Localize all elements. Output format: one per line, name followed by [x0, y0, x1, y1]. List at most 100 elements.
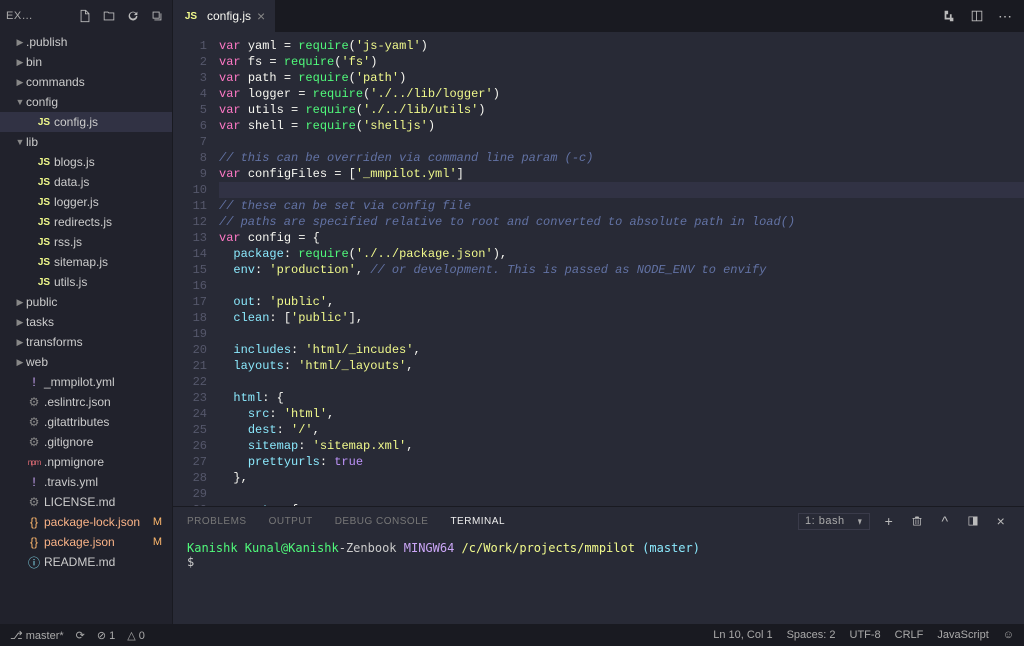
tab-config-js[interactable]: JS config.js × — [173, 0, 275, 32]
encoding[interactable]: UTF-8 — [850, 629, 881, 641]
tab-terminal[interactable]: TERMINAL — [450, 516, 505, 527]
folder-item[interactable]: ▶web — [0, 352, 172, 372]
close-panel-icon[interactable]: × — [992, 512, 1010, 530]
close-icon[interactable]: × — [257, 8, 265, 24]
code-line — [219, 134, 1024, 150]
code-editor[interactable]: 1234567891011121314151617181920212223242… — [173, 32, 1024, 506]
editor-actions: ⋯ — [930, 0, 1024, 32]
eol[interactable]: CRLF — [895, 629, 924, 641]
terminal-content[interactable]: Kanishk Kunal@Kanishk-Zenbook MINGW64 /c… — [173, 535, 1024, 624]
folder-item[interactable]: ▶transforms — [0, 332, 172, 352]
new-folder-icon[interactable] — [100, 7, 118, 25]
file-item[interactable]: ⚙LICENSE.md — [0, 492, 172, 512]
code-line: html: { — [219, 390, 1024, 406]
folder-item[interactable]: ▶commands — [0, 72, 172, 92]
folder-item[interactable]: ▶tasks — [0, 312, 172, 332]
file-item[interactable]: ⓘREADME.md — [0, 552, 172, 572]
item-label: sitemap.js — [54, 255, 108, 269]
file-item[interactable]: JSblogs.js — [0, 152, 172, 172]
file-item[interactable]: !_mmpilot.yml — [0, 372, 172, 392]
feedback-icon[interactable]: ☺ — [1003, 629, 1014, 641]
code-line: var utils = require('./../lib/utils') — [219, 102, 1024, 118]
file-item[interactable]: {}package-lock.jsonM — [0, 512, 172, 532]
file-item[interactable]: JSlogger.js — [0, 192, 172, 212]
item-label: utils.js — [54, 275, 87, 289]
terminal-selector[interactable]: 1: bash▾ — [798, 513, 870, 530]
more-icon[interactable]: ⋯ — [996, 7, 1014, 25]
twistie-icon: ▶ — [14, 317, 26, 328]
code-line: var yaml = require('js-yaml') — [219, 38, 1024, 54]
file-item[interactable]: npm.npmignore — [0, 452, 172, 472]
file-item[interactable]: JSredirects.js — [0, 212, 172, 232]
item-label: web — [26, 355, 48, 369]
folder-item[interactable]: ▶bin — [0, 52, 172, 72]
code-line — [219, 182, 1024, 198]
code-content[interactable]: var yaml = require('js-yaml')var fs = re… — [219, 32, 1024, 506]
twistie-icon: ▶ — [14, 37, 26, 48]
file-item[interactable]: ⚙.gitattributes — [0, 412, 172, 432]
git-sync-icon[interactable]: ⟳ — [76, 629, 85, 642]
split-editor-icon[interactable] — [968, 7, 986, 25]
item-label: package-lock.json — [44, 515, 140, 529]
kill-terminal-icon[interactable] — [908, 512, 926, 530]
cursor-position[interactable]: Ln 10, Col 1 — [713, 629, 772, 641]
item-label: .gitattributes — [44, 415, 109, 429]
item-label: .travis.yml — [44, 475, 98, 489]
panel-tabs: PROBLEMS OUTPUT DEBUG CONSOLE TERMINAL 1… — [173, 507, 1024, 535]
folder-item[interactable]: ▶public — [0, 292, 172, 312]
refresh-icon[interactable] — [124, 7, 142, 25]
new-file-icon[interactable] — [76, 7, 94, 25]
file-item[interactable]: !.travis.yml — [0, 472, 172, 492]
folder-item[interactable]: ▶.publish — [0, 32, 172, 52]
item-label: README.md — [44, 555, 115, 569]
collapse-all-icon[interactable] — [148, 7, 166, 25]
code-line: var fs = require('fs') — [219, 54, 1024, 70]
main-area: EX… ▶.publish▶bin▶commands▼configJSconfi… — [0, 0, 1024, 624]
item-label: package.json — [44, 535, 115, 549]
folder-item[interactable]: ▼config — [0, 92, 172, 112]
file-item[interactable]: JSutils.js — [0, 272, 172, 292]
tab-output[interactable]: OUTPUT — [269, 516, 313, 527]
code-line: includes: 'html/_incudes', — [219, 342, 1024, 358]
warning-count[interactable]: △ 0 — [127, 629, 145, 642]
chevron-up-icon[interactable]: ^ — [936, 512, 954, 530]
file-item[interactable]: {}package.jsonM — [0, 532, 172, 552]
line-gutter: 1234567891011121314151617181920212223242… — [173, 32, 219, 506]
indent-setting[interactable]: Spaces: 2 — [787, 629, 836, 641]
code-line — [219, 374, 1024, 390]
file-item[interactable]: ⚙.eslintrc.json — [0, 392, 172, 412]
item-label: _mmpilot.yml — [44, 375, 115, 389]
code-line: prettyurls: true — [219, 454, 1024, 470]
status-bar: ⎇ master* ⟳ ⊘ 1 △ 0 Ln 10, Col 1 Spaces:… — [0, 624, 1024, 646]
code-line: // this can be overriden via command lin… — [219, 150, 1024, 166]
tab-debug-console[interactable]: DEBUG CONSOLE — [335, 516, 429, 527]
file-item[interactable]: ⚙.gitignore — [0, 432, 172, 452]
editor-group: JS config.js × ⋯ 12345678910111213141516… — [173, 0, 1024, 624]
code-line — [219, 326, 1024, 342]
item-label: public — [26, 295, 57, 309]
twistie-icon: ▼ — [14, 97, 26, 107]
code-line: var configFiles = ['_mmpilot.yml'] — [219, 166, 1024, 182]
file-tree[interactable]: ▶.publish▶bin▶commands▼configJSconfig.js… — [0, 32, 172, 624]
git-branch[interactable]: ⎇ master* — [10, 629, 64, 642]
file-item[interactable]: JSrss.js — [0, 232, 172, 252]
language-mode[interactable]: JavaScript — [937, 629, 988, 641]
code-line: dest: '/', — [219, 422, 1024, 438]
explorer-title: EX… — [6, 10, 34, 22]
twistie-icon: ▼ — [14, 137, 26, 147]
folder-item[interactable]: ▼lib — [0, 132, 172, 152]
item-label: config.js — [54, 115, 98, 129]
code-line: src: 'html', — [219, 406, 1024, 422]
error-count[interactable]: ⊘ 1 — [97, 629, 115, 642]
file-item[interactable]: JSconfig.js — [0, 112, 172, 132]
item-label: blogs.js — [54, 155, 95, 169]
tab-problems[interactable]: PROBLEMS — [187, 516, 247, 527]
file-item[interactable]: JSdata.js — [0, 172, 172, 192]
item-label: logger.js — [54, 195, 99, 209]
maximize-panel-icon[interactable] — [964, 512, 982, 530]
diff-icon[interactable] — [940, 7, 958, 25]
file-item[interactable]: JSsitemap.js — [0, 252, 172, 272]
new-terminal-icon[interactable]: + — [880, 512, 898, 530]
code-line: // these can be set via config file — [219, 198, 1024, 214]
code-line: var shell = require('shelljs') — [219, 118, 1024, 134]
